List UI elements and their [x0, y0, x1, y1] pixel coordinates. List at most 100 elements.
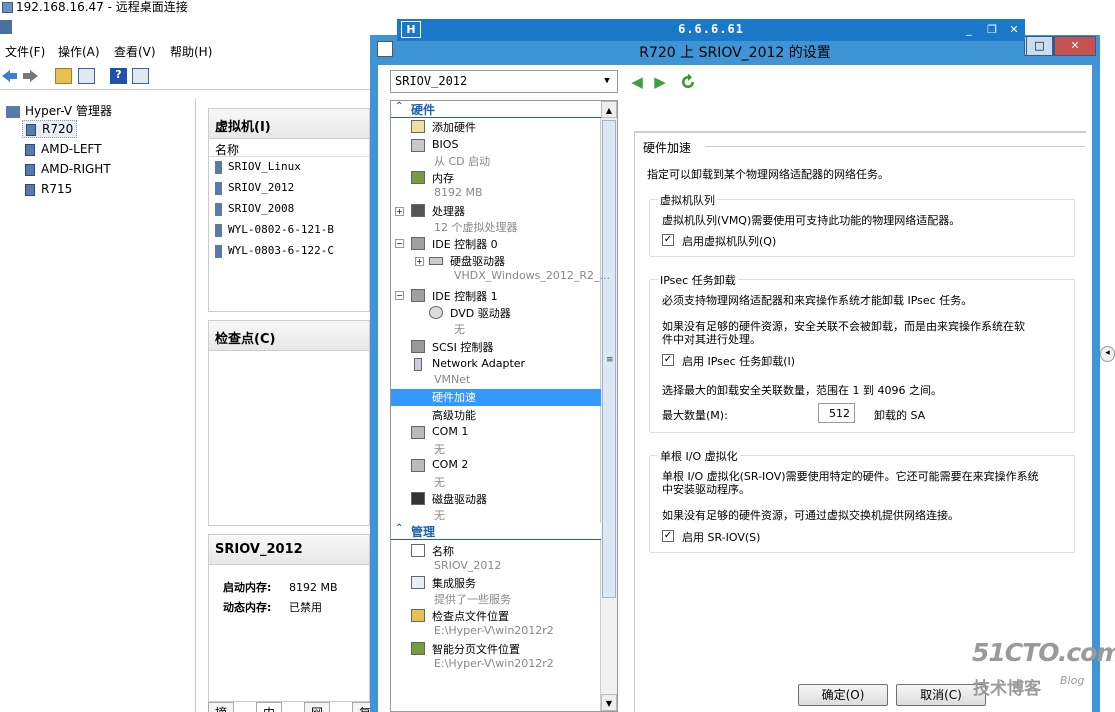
- tree-server-r720[interactable]: R720: [22, 120, 78, 138]
- vm-row[interactable]: SRIOV_2012: [209, 178, 369, 199]
- hyperv-app-icon: [0, 20, 12, 34]
- tree-server-r715[interactable]: R715: [22, 181, 75, 197]
- menu-help[interactable]: 帮助(H): [170, 43, 212, 60]
- network-adapter-icon: [414, 358, 422, 371]
- tree-checkpoint-location-detail: E:\Hyper-V\win2012r2: [434, 624, 554, 637]
- server-icon: [25, 143, 35, 156]
- tab-memory[interactable]: 内存: [256, 702, 283, 712]
- next-icon[interactable]: ▶: [653, 74, 667, 90]
- vm-column-name[interactable]: 名称: [209, 139, 369, 157]
- max-sa-input[interactable]: 512: [818, 403, 855, 423]
- vmq-checkbox-label[interactable]: 启用虚拟机队列(Q): [682, 233, 776, 249]
- scroll-up-icon[interactable]: ▲: [601, 101, 617, 118]
- collapse-ide1-icon[interactable]: −: [395, 291, 404, 300]
- scsi-controller-icon: [411, 340, 425, 353]
- expand-processor-icon[interactable]: +: [395, 207, 404, 216]
- ipsec-description-2b: 件中对其进行处理。: [662, 333, 761, 346]
- hyperv-menubar: 文件(F) 操作(A) 查看(V) 帮助(H): [0, 40, 370, 60]
- vm-row[interactable]: SRIOV_Linux: [209, 157, 369, 178]
- rdp-restore-icon[interactable]: ❐: [983, 21, 1001, 38]
- action-pane-icon[interactable]: [132, 68, 149, 84]
- group-ipsec-title: IPsec 任务卸载: [658, 272, 738, 288]
- hard-drive-icon: [429, 257, 443, 265]
- rdp-close-icon[interactable]: ✕: [1005, 21, 1023, 38]
- expand-hdd-icon[interactable]: +: [415, 257, 424, 266]
- tree-network-adapter-detail: VMNet: [434, 373, 471, 386]
- ide-controller-icon: [411, 237, 425, 250]
- dvd-drive-icon: [429, 306, 443, 319]
- group-sriov: 单根 I/O 虚拟化 单根 I/O 虚拟化(SR-IOV)需要使用特定的硬件。它…: [649, 448, 1075, 553]
- watermark-logo: 51CTO.com: [972, 638, 1115, 667]
- vm-details-title: SRIOV_2012: [209, 535, 369, 565]
- settings-tree-scrollbar[interactable]: ▲ ≡ ▼: [600, 101, 617, 711]
- vmq-checkbox[interactable]: ✓: [662, 234, 674, 246]
- tree-memory-detail: 8192 MB: [434, 186, 483, 199]
- tree-server-amd-right[interactable]: AMD-RIGHT: [22, 161, 114, 177]
- checkpoint-panel: 检查点(C): [208, 320, 370, 526]
- settings-dialog-body: SRIOV_2012 ▼ ◀ ▶ ▲ ≡ ▼ ⌃ 硬件 添加硬件 BIOS 从 C…: [378, 65, 1092, 712]
- up-folder-icon[interactable]: [55, 68, 72, 84]
- forward-arrow-icon[interactable]: [22, 68, 39, 84]
- section-management[interactable]: ⌃ 管理: [391, 523, 601, 539]
- sriov-checkbox-label[interactable]: 启用 SR-IOV(S): [682, 529, 760, 545]
- vm-list-panel: 虚拟机(I) 名称 SRIOV_Linux SRIOV_2012 SRIOV_2…: [208, 108, 370, 312]
- hyperv-main-area: 虚拟机(I) 名称 SRIOV_Linux SRIOV_2012 SRIOV_2…: [200, 98, 379, 712]
- sriov-checkbox[interactable]: ✓: [662, 530, 674, 542]
- tree-root-hyperv-manager[interactable]: Hyper-V 管理器: [6, 102, 112, 119]
- tree-smart-paging-detail: E:\Hyper-V\win2012r2: [434, 657, 554, 670]
- ok-button[interactable]: 确定(O): [798, 684, 888, 706]
- com-port-icon: [411, 426, 425, 439]
- help-icon[interactable]: ?: [110, 68, 127, 84]
- scroll-thumb[interactable]: ≡: [602, 120, 616, 598]
- menu-action[interactable]: 操作(A): [58, 43, 100, 60]
- ipsec-checkbox-label[interactable]: 启用 IPsec 任务卸载(I): [682, 353, 795, 369]
- section-hardware[interactable]: ⌃ 硬件: [391, 101, 601, 117]
- sriov-description-2: 如果没有足够的硬件资源，可通过虚拟交换机提供网络连接。: [662, 509, 959, 522]
- tree-hard-drive-detail: VHDX_Windows_2012_R2_...: [454, 269, 611, 282]
- vm-row[interactable]: SRIOV_2008: [209, 199, 369, 220]
- maximize-window-button[interactable]: □: [1026, 36, 1053, 56]
- tree-name-detail: SRIOV_2012: [434, 559, 502, 572]
- tree-dvd-detail: 无: [454, 323, 465, 336]
- vm-icon: [215, 223, 222, 237]
- chevron-down-icon: ▼: [604, 76, 610, 86]
- previous-icon[interactable]: ◀: [630, 74, 644, 90]
- tab-summary[interactable]: 摘要: [208, 702, 235, 712]
- server-icon: [25, 183, 35, 196]
- tree-advanced-features[interactable]: 高级功能: [432, 407, 476, 423]
- refresh-icon[interactable]: [681, 74, 695, 90]
- tab-network[interactable]: 网络: [304, 702, 331, 712]
- processor-icon: [411, 204, 425, 217]
- integration-services-icon: [411, 576, 425, 589]
- detail-dynamic-memory: 动态内存: 已禁用: [223, 601, 322, 614]
- vm-row[interactable]: WYL-0803-6-122-C: [209, 241, 369, 262]
- close-window-button[interactable]: ✕: [1054, 36, 1096, 56]
- ipsec-checkbox[interactable]: ✓: [662, 354, 674, 366]
- vm-panel-title: 虚拟机(I): [209, 109, 369, 139]
- grip-icon: ≡: [606, 355, 614, 365]
- name-icon: [411, 544, 425, 557]
- tree-hardware-acceleration[interactable]: 硬件加速: [432, 389, 476, 405]
- rdp-host-address: 6.6.6.61: [678, 22, 744, 36]
- group-vmq: 虚拟机队列 虚拟机队列(VMQ)需要使用可支持此功能的物理网络适配器。 ✓ 启用…: [649, 192, 1075, 257]
- tree-bios-detail: 从 CD 启动: [434, 155, 491, 168]
- sriov-description-b: 中安装驱动程序。: [662, 483, 750, 496]
- tree-server-amd-left[interactable]: AMD-LEFT: [22, 141, 104, 157]
- settings-dialog-title: R720 上 SRIOV_2012 的设置: [639, 45, 831, 61]
- menu-file[interactable]: 文件(F): [5, 43, 45, 60]
- show-tree-icon[interactable]: [78, 68, 95, 84]
- menu-view[interactable]: 查看(V): [114, 43, 156, 60]
- collapse-ide0-icon[interactable]: −: [395, 239, 404, 248]
- section-divider: [391, 117, 601, 118]
- section-divider: [391, 539, 601, 540]
- rdp-minimize-icon[interactable]: _: [960, 21, 978, 38]
- vm-row[interactable]: WYL-0802-6-121-B: [209, 220, 369, 241]
- vm-icon: [215, 181, 222, 195]
- scroll-down-icon[interactable]: ▼: [601, 694, 617, 711]
- vm-select-dropdown[interactable]: SRIOV_2012 ▼: [390, 70, 618, 93]
- collapse-pane-icon[interactable]: ◂: [1100, 346, 1115, 362]
- back-arrow-icon[interactable]: [1, 68, 18, 84]
- server-icon: [25, 163, 35, 176]
- ide-controller-icon: [411, 289, 425, 302]
- max-sa-unit: 卸载的 SA: [874, 409, 926, 422]
